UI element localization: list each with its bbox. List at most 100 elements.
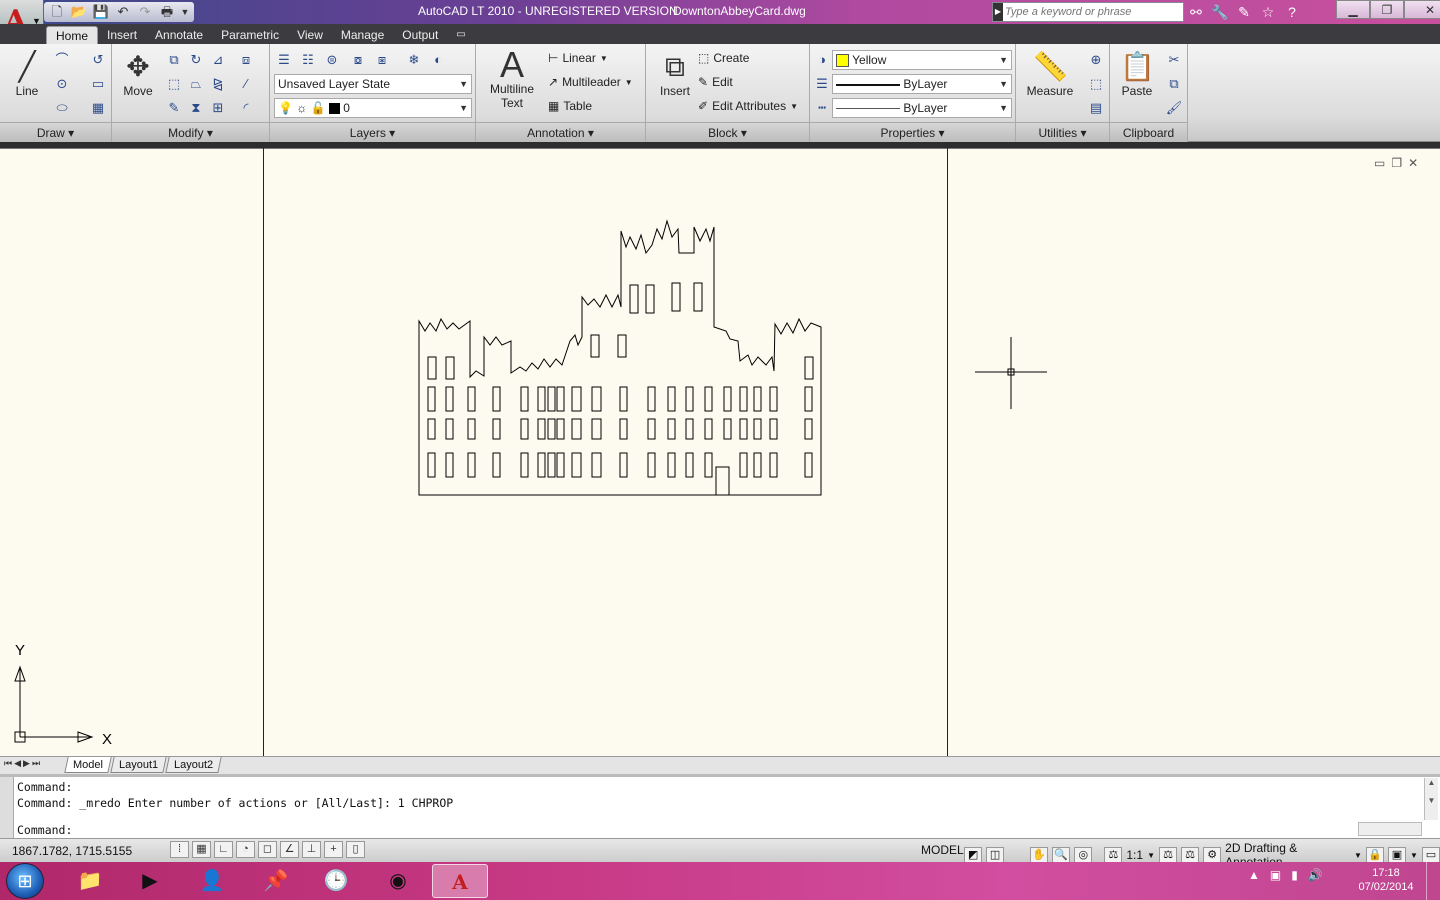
- layer-state-dropdown[interactable]: Unsaved Layer State ▼: [274, 74, 472, 94]
- save-icon[interactable]: 💾: [92, 4, 110, 20]
- tray-settings-icon[interactable]: ▣: [1387, 846, 1407, 864]
- tab-layout2[interactable]: Layout2: [165, 757, 222, 773]
- start-button[interactable]: ⊞: [6, 863, 44, 899]
- dynamic-ucs-icon[interactable]: ⊥: [302, 841, 321, 858]
- ortho-icon[interactable]: ∟: [214, 841, 233, 858]
- scale-icon[interactable]: ⬚: [164, 74, 184, 94]
- ellipse-icon[interactable]: ⬭: [52, 98, 72, 118]
- edit-attributes-button[interactable]: ✐ Edit Attributes ▼: [698, 99, 798, 113]
- snap-icon[interactable]: ⁞: [170, 841, 189, 858]
- undo-icon[interactable]: ↶: [114, 4, 132, 20]
- linetype-dropdown[interactable]: ByLayer ▼: [832, 98, 1012, 118]
- minimize-button[interactable]: ▁: [1336, 0, 1370, 19]
- layer-properties-icon[interactable]: ☰: [274, 50, 294, 70]
- linear-dimension-button[interactable]: ⊢ Linear ▼: [548, 51, 608, 65]
- zoom-icon[interactable]: 🔍: [1052, 846, 1071, 864]
- tab-view[interactable]: View: [288, 26, 332, 44]
- binoculars-icon[interactable]: ⚯: [1186, 2, 1206, 22]
- copy-icon[interactable]: ⧉: [164, 50, 184, 70]
- maximize-button[interactable]: ❐: [1370, 0, 1404, 19]
- workspace-gear-icon[interactable]: ⚙: [1203, 846, 1222, 864]
- pan-icon[interactable]: ✋: [1030, 846, 1049, 864]
- tab-layout1[interactable]: Layout1: [110, 757, 167, 773]
- fillet-icon[interactable]: ◜: [236, 98, 256, 118]
- line-button[interactable]: ╱ Line: [6, 50, 48, 98]
- layer-off-icon[interactable]: ◐: [428, 50, 448, 70]
- pushpin-taskbar-icon[interactable]: 📌: [248, 864, 304, 898]
- auto-scale-icon[interactable]: ⚖: [1181, 846, 1200, 864]
- calculator-icon[interactable]: ▤: [1086, 98, 1106, 118]
- lock-icon[interactable]: 🔒: [1365, 846, 1384, 864]
- command-prompt[interactable]: Command:: [17, 823, 72, 837]
- trim-icon[interactable]: ⊿: [208, 50, 228, 70]
- paste-button[interactable]: 📋 Paste: [1114, 50, 1160, 98]
- cut-icon[interactable]: ✂: [1164, 50, 1184, 70]
- new-file-icon[interactable]: 🗋: [48, 4, 66, 20]
- explorer-taskbar-icon[interactable]: 📁: [62, 864, 118, 898]
- quick-select-icon[interactable]: ⊕: [1086, 50, 1106, 70]
- tab-insert[interactable]: Insert: [98, 26, 146, 44]
- lineweight-toggle-icon[interactable]: ▯: [346, 841, 365, 858]
- layout-view-icon[interactable]: ◩: [964, 846, 983, 864]
- layer-unisolate-icon[interactable]: ⧆: [372, 50, 392, 70]
- network-icon[interactable]: ▮: [1291, 868, 1298, 882]
- chevron-down-icon[interactable]: ▼: [1147, 851, 1155, 860]
- hatch-icon[interactable]: ▦: [88, 98, 108, 118]
- volume-icon[interactable]: 🔊: [1308, 868, 1323, 882]
- chevron-down-icon[interactable]: ▼: [1354, 851, 1362, 860]
- lineweight-icon[interactable]: ☰: [812, 74, 832, 94]
- tab-manage[interactable]: Manage: [332, 26, 393, 44]
- layer-dropdown[interactable]: 💡 ☼ 🔓 0 ▼: [274, 98, 472, 118]
- mirror-icon[interactable]: ⧎: [208, 74, 228, 94]
- minimize-drawing-icon[interactable]: ▭: [1374, 156, 1385, 170]
- rotate-icon[interactable]: ↻: [186, 50, 206, 70]
- select-all-icon[interactable]: ⬚: [1086, 74, 1106, 94]
- stretch-icon[interactable]: ⏢: [186, 74, 206, 94]
- layers-panel-label[interactable]: Layers ▾: [270, 122, 475, 142]
- chevron-down-icon[interactable]: ▼: [180, 4, 190, 20]
- device-icon[interactable]: ▣: [1270, 868, 1281, 882]
- show-hidden-icons-icon[interactable]: ▲: [1248, 868, 1260, 882]
- open-file-icon[interactable]: 📂: [70, 4, 88, 20]
- chrome-taskbar-icon[interactable]: ◉: [370, 864, 426, 898]
- circle-icon[interactable]: ⊙: [52, 74, 72, 94]
- erase-icon[interactable]: ✎: [164, 98, 184, 118]
- linetype-icon[interactable]: ┅: [812, 98, 832, 118]
- steeringwheel-icon[interactable]: ◎: [1074, 846, 1093, 864]
- tab-parametric[interactable]: Parametric: [212, 26, 288, 44]
- close-drawing-icon[interactable]: ✕: [1408, 156, 1418, 170]
- drawing-canvas[interactable]: Y X: [0, 148, 1440, 756]
- star-icon[interactable]: ☆: [1258, 2, 1278, 22]
- polar-icon[interactable]: ◔: [236, 841, 255, 858]
- autocad-taskbar-icon[interactable]: A: [432, 864, 488, 898]
- ribbon-minimize-icon[interactable]: ▭: [447, 26, 474, 44]
- model-space-label[interactable]: MODEL: [921, 843, 964, 857]
- tab-annotate[interactable]: Annotate: [146, 26, 212, 44]
- help-icon[interactable]: ?: [1282, 2, 1302, 22]
- block-panel-label[interactable]: Block ▾: [646, 122, 809, 142]
- layer-previous-icon[interactable]: ☷: [298, 50, 318, 70]
- close-button[interactable]: ✕: [1404, 0, 1440, 19]
- show-desktop-button[interactable]: [1426, 862, 1440, 900]
- annotation-scale-value[interactable]: 1:1: [1126, 848, 1143, 862]
- chevron-down-icon[interactable]: ▼: [1410, 851, 1418, 860]
- offset-icon[interactable]: ⧗: [186, 98, 206, 118]
- rectangle-icon[interactable]: ▭: [88, 74, 108, 94]
- table-button[interactable]: ▦ Table: [548, 99, 592, 113]
- tab-output[interactable]: Output: [393, 26, 447, 44]
- dynamic-input-icon[interactable]: +: [324, 841, 343, 858]
- print-icon[interactable]: 🖶: [158, 4, 176, 20]
- measure-button[interactable]: 📏 Measure: [1022, 50, 1078, 98]
- clock-app-taskbar-icon[interactable]: 🕒: [308, 864, 364, 898]
- move-button[interactable]: ✥ Move: [118, 50, 158, 98]
- color-wheel-icon[interactable]: ◑: [812, 50, 832, 70]
- annotation-panel-label[interactable]: Annotation ▾: [476, 122, 645, 142]
- infocenter-search[interactable]: ▶: [992, 2, 1184, 22]
- coordinates-readout[interactable]: 1867.1782, 1715.5155: [12, 844, 132, 858]
- clean-screen-icon[interactable]: ▭: [1421, 846, 1440, 864]
- prev-tab-icon[interactable]: ◀: [14, 758, 21, 769]
- otrack-icon[interactable]: ∠: [280, 841, 299, 858]
- layer-isolate-icon[interactable]: ⧇: [348, 50, 368, 70]
- redo-icon[interactable]: ↷: [136, 4, 154, 20]
- tab-model[interactable]: Model: [64, 757, 112, 773]
